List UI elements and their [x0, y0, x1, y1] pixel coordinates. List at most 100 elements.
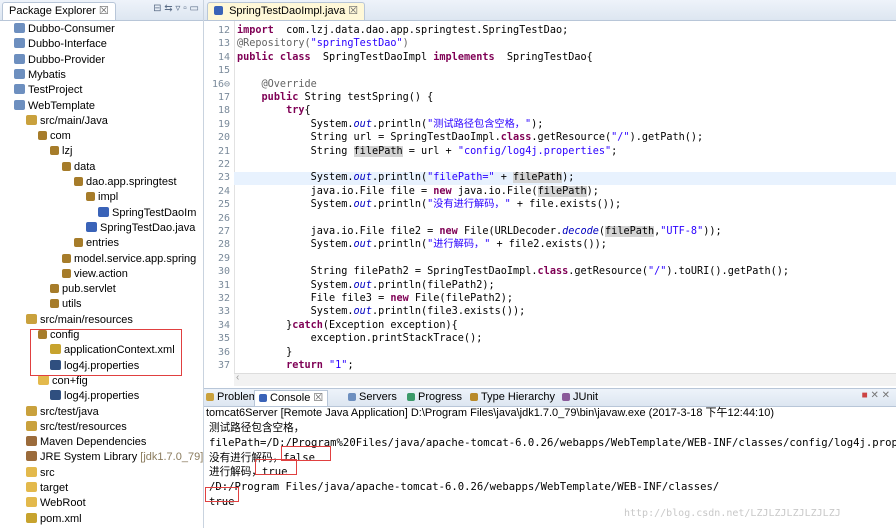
tab-springtestdaoimpl[interactable]: SpringTestDaoImpl.java ☒ — [207, 2, 366, 20]
tree-item-suffix: [jdk1.7.0_79] — [137, 451, 204, 464]
tree-item[interactable]: TestProject — [14, 83, 82, 98]
progress-tab[interactable]: Progress — [407, 390, 462, 405]
package-icon — [74, 238, 83, 248]
tree-item[interactable]: JRE System Library [jdk1.7.0_79] — [26, 450, 203, 465]
tree-item[interactable]: src — [26, 466, 55, 481]
console-header: tomcat6Server [Remote Java Application] … — [206, 407, 775, 419]
tree-item[interactable]: src/test/java — [26, 405, 99, 420]
code-token: { — [304, 105, 311, 117]
tree-item[interactable]: src/main/resources — [26, 313, 133, 328]
tree-item[interactable]: Dubbo-Provider — [14, 53, 105, 68]
tree-item[interactable]: entries — [74, 236, 119, 251]
line-number: 26 — [217, 212, 230, 224]
type-hierarchy-tab[interactable]: Type Hierarchy — [470, 390, 555, 405]
tree-item-label: SpringTestDaoIm — [112, 206, 197, 219]
code-token: SpringTestDaoImpl — [310, 51, 434, 63]
line-number: 29 — [217, 252, 230, 264]
tab-package-explorer[interactable]: Package Explorer ☒ — [2, 2, 116, 20]
line-number: 20 — [217, 132, 230, 144]
scroll-left-icon[interactable]: ‹ — [236, 372, 239, 383]
horizontal-scrollbar[interactable]: ‹ — [234, 372, 896, 386]
code-token: "/" — [611, 132, 630, 144]
console-tabbar: Problems Console ☒ Servers Progress Type Hie… — [204, 388, 896, 407]
tree-item[interactable]: data — [62, 160, 95, 175]
code-token: ); — [531, 118, 544, 130]
tree-item[interactable]: SpringTestDaoIm — [98, 206, 196, 221]
tree-item-label: view.action — [74, 267, 128, 280]
close-icon[interactable]: ☒ — [310, 392, 323, 404]
tree-item[interactable]: view.action — [62, 267, 128, 282]
package-icon — [86, 192, 95, 202]
tree-item-label: SpringTestDao.java — [100, 221, 196, 234]
code-line: return "1"; — [237, 359, 354, 372]
tree-item[interactable]: Maven Dependencies — [26, 435, 146, 450]
tree-item[interactable]: target — [26, 481, 68, 496]
code-line: public String testSpring() { — [237, 91, 434, 104]
tree-item[interactable]: com — [38, 129, 71, 144]
tree-item[interactable]: lzj — [50, 144, 72, 159]
editor-gutter: 12 13 14 15 16⊖ 17 18 19 20 21 22 23 24 25 26 27 28 29 30 3… — [204, 21, 235, 385]
code-token: File(URLDecoder. — [457, 226, 563, 237]
package-explorer-tabbar: Package Explorer ☒ ⊟ ⇆ ▿ ▫ ▭ — [0, 0, 203, 21]
line-number: 28 — [217, 239, 230, 251]
code-token: + file.exists()); — [510, 199, 622, 211]
console-line: 测试路径包含空格， — [209, 422, 305, 434]
tree-item[interactable]: pom.xml — [26, 512, 82, 527]
tree-item[interactable]: src/test/resources — [26, 420, 127, 435]
tree-item[interactable]: SpringTestDao.java — [86, 221, 195, 236]
code-token: .println( — [371, 172, 428, 184]
code-token: filePath — [537, 185, 587, 197]
code-token: "/" — [647, 266, 667, 278]
code-token: ).getPath(); — [629, 132, 704, 144]
code-token: ; — [347, 360, 354, 371]
code-token: String testSpring() { — [298, 92, 434, 103]
tree-item[interactable]: dao.app.springtest — [74, 175, 177, 190]
console-tab[interactable]: Console ☒ — [254, 390, 329, 406]
code-token: java.io.File file = — [237, 185, 434, 197]
close-icon[interactable]: ☒ — [99, 5, 109, 17]
tree-item[interactable]: model.service.app.spring — [62, 252, 196, 267]
code-token: ); — [586, 185, 599, 197]
code-area[interactable]: import com.lzj.data.dao.app.springtest.S… — [237, 24, 896, 372]
code-token: new — [390, 293, 409, 304]
java-file-icon — [214, 6, 223, 15]
close-icon[interactable]: ☒ — [348, 5, 358, 17]
tree-item[interactable]: impl — [86, 190, 118, 205]
code-token: .println(file3.exists()); — [371, 306, 526, 318]
view-menu-icons[interactable]: ⊟ ⇆ ▿ ▫ ▭ — [153, 3, 199, 14]
tree-item-label: src — [40, 466, 55, 479]
tree-item[interactable]: WebTemplate — [14, 99, 95, 114]
junit-tab[interactable]: JUnit — [562, 390, 598, 405]
tree-item-label: con+fig — [52, 374, 88, 387]
tree-item-label: Maven Dependencies — [40, 436, 147, 449]
tree-item[interactable]: src/main/Java — [26, 114, 108, 129]
tree-item-label: TestProject — [28, 84, 83, 97]
code-line: System.out.println(filePath2); — [237, 279, 495, 292]
tree-item[interactable]: WebRoot — [26, 496, 86, 511]
code-token: String url = SpringTestDaoImpl. — [237, 132, 501, 144]
tree-item-label: src/main/resources — [40, 313, 133, 326]
code-token: + — [494, 172, 514, 184]
code-line: } — [237, 346, 292, 359]
tree-item[interactable]: log4j.properties — [50, 389, 139, 404]
tree-item[interactable]: Dubbo-Consumer — [14, 22, 115, 37]
servers-icon — [348, 393, 356, 401]
line-number: 37 — [217, 360, 230, 371]
console-toolbar-icons[interactable]: ■ ✕ ✕ — [862, 390, 890, 401]
line-number: 16⊖ — [211, 78, 230, 90]
tree-item-label: Dubbo-Interface — [28, 38, 107, 51]
tree-item[interactable]: pub.servlet — [50, 282, 116, 297]
tree-item[interactable]: Dubbo-Interface — [14, 37, 107, 52]
tree-item[interactable]: Mybatis — [14, 68, 66, 83]
code-token: ) — [402, 38, 409, 50]
tree-item[interactable]: utils — [50, 297, 82, 312]
code-token: "测试路径包含空格，" — [427, 118, 532, 130]
tree-item-label: utils — [62, 298, 82, 311]
code-token: .println( — [371, 199, 428, 211]
servers-tab[interactable]: Servers — [348, 390, 397, 405]
console-tab-label: Type Hierarchy — [481, 391, 555, 403]
code-line: System.out.println("测试路径包含空格，"); — [237, 118, 544, 131]
tree-item[interactable]: con+fig — [38, 374, 88, 389]
